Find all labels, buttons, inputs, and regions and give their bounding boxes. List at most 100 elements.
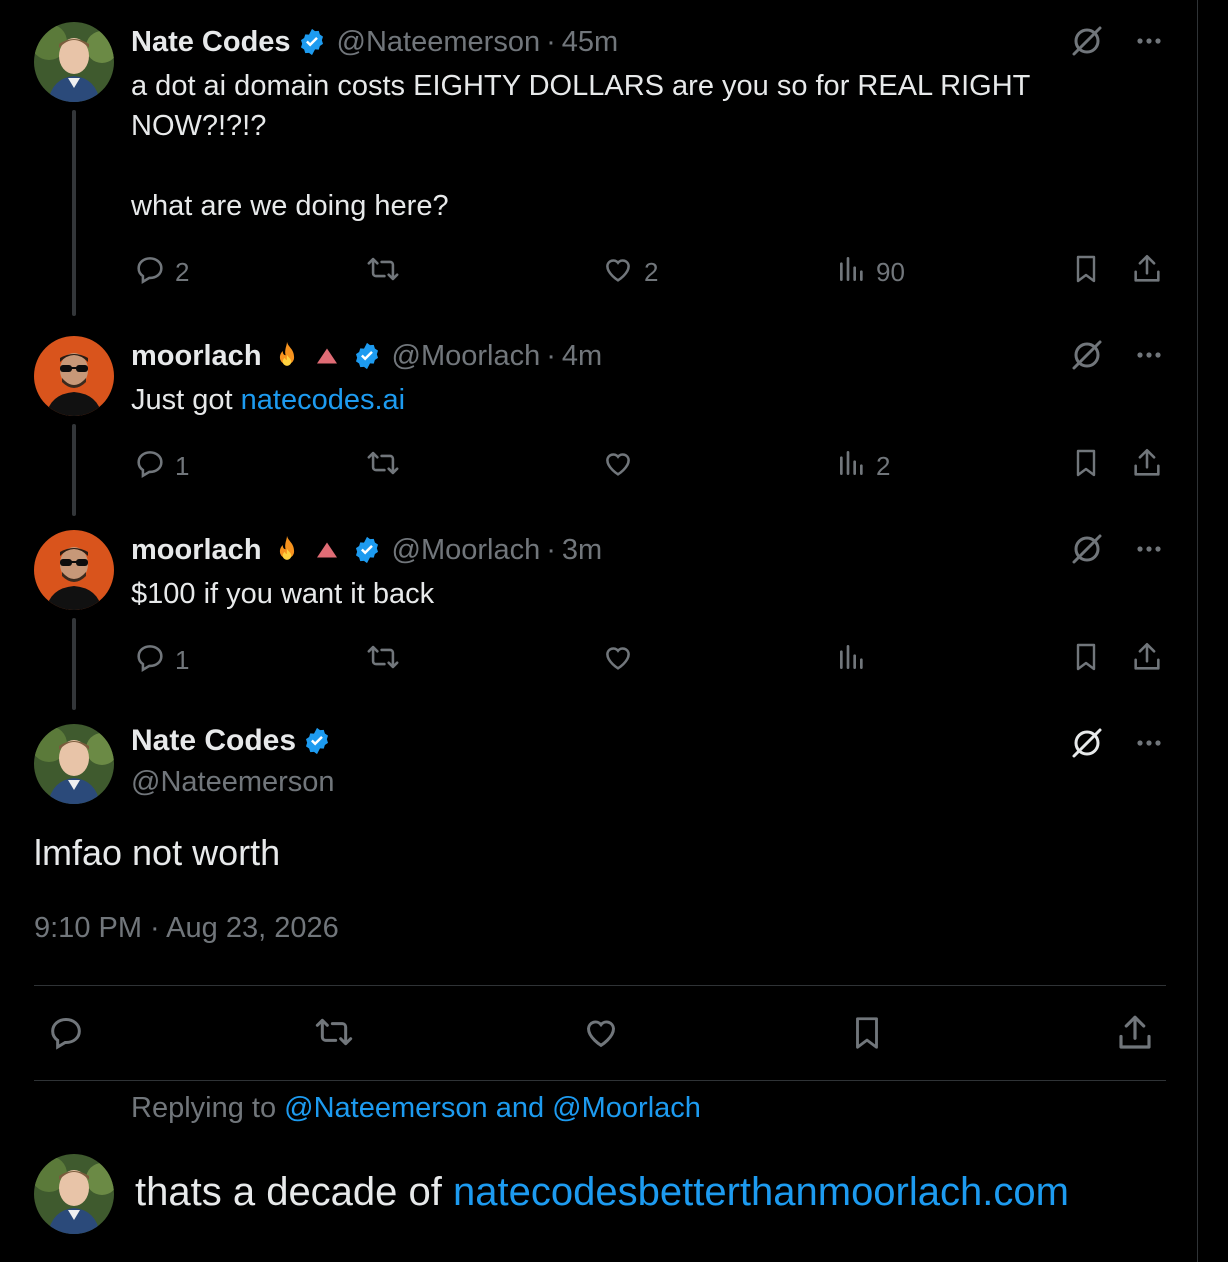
repost-icon xyxy=(365,446,401,487)
bookmark-icon xyxy=(1070,640,1102,681)
share-icon xyxy=(1114,1015,1156,1058)
thread-line xyxy=(72,110,76,316)
fire-emoji xyxy=(270,533,304,567)
reply-icon xyxy=(133,446,167,487)
thread-line xyxy=(72,424,76,516)
like-icon xyxy=(600,446,636,487)
views-icon xyxy=(836,252,868,293)
tweet-time[interactable]: 4m xyxy=(562,340,602,373)
tweet-top-actions xyxy=(1070,338,1164,377)
author-name[interactable]: Nate Codes xyxy=(131,26,291,59)
bookmark-icon xyxy=(1070,252,1102,293)
separator-dot: · xyxy=(546,339,556,372)
fire-emoji xyxy=(270,339,304,373)
like-button[interactable] xyxy=(600,640,636,681)
like-count: 2 xyxy=(644,257,659,287)
reply-count: 2 xyxy=(175,257,190,287)
tweet-link[interactable]: natecodes.ai xyxy=(241,384,405,416)
repost-button[interactable] xyxy=(365,446,401,487)
verified-badge-icon xyxy=(297,27,327,57)
reply-button[interactable] xyxy=(46,1012,86,1057)
reply-button[interactable]: 1 xyxy=(133,446,189,487)
grok-icon[interactable] xyxy=(1070,338,1104,377)
thread-line xyxy=(72,618,76,710)
bookmark-button[interactable] xyxy=(1070,640,1102,681)
repost-icon xyxy=(365,252,401,293)
share-icon xyxy=(1130,252,1164,293)
tweet-text: $100 if you want it back xyxy=(131,578,435,610)
like-icon xyxy=(600,252,636,293)
reply-input[interactable]: thats a decade of natecodesbetterthanmoo… xyxy=(135,1170,1069,1215)
views-button[interactable]: 2 xyxy=(836,446,890,487)
avatar-moorlach[interactable] xyxy=(34,336,114,416)
reply-icon xyxy=(133,640,167,681)
more-icon[interactable] xyxy=(1134,728,1164,763)
tweet-time[interactable]: 45m xyxy=(562,26,618,59)
avatar-nate[interactable] xyxy=(34,724,114,804)
author-name[interactable]: Nate Codes xyxy=(131,724,296,758)
repost-icon xyxy=(312,1018,356,1056)
tweet-text: a dot ai domain costs EIGHTY DOLLARS are… xyxy=(131,70,1031,222)
author-handle[interactable]: @Nateemerson xyxy=(131,766,335,799)
like-icon xyxy=(580,1020,622,1056)
share-button[interactable] xyxy=(1114,1012,1156,1059)
views-count: 90 xyxy=(876,257,905,287)
bookmark-button[interactable] xyxy=(848,1012,886,1059)
share-button[interactable] xyxy=(1130,640,1164,681)
share-icon xyxy=(1130,446,1164,487)
like-icon xyxy=(600,640,636,681)
author-name[interactable]: moorlach xyxy=(131,534,262,567)
share-button[interactable] xyxy=(1130,252,1164,293)
verified-badge-icon xyxy=(352,535,382,565)
reply-count: 1 xyxy=(175,451,190,481)
divider xyxy=(34,985,1166,986)
like-button[interactable] xyxy=(580,1012,622,1057)
bookmark-button[interactable] xyxy=(1070,252,1102,293)
bookmark-button[interactable] xyxy=(1070,446,1102,487)
main-tweet-text: lmfao not worth xyxy=(34,832,281,873)
red-triangle-emoji xyxy=(312,341,342,371)
bookmark-icon xyxy=(1070,446,1102,487)
replying-to-users[interactable]: @Nateemerson and @Moorlach xyxy=(284,1092,701,1124)
views-icon xyxy=(836,446,868,487)
like-button[interactable]: 2 xyxy=(600,252,658,293)
repost-button[interactable] xyxy=(312,1012,356,1057)
divider xyxy=(34,1080,1166,1081)
grok-icon[interactable] xyxy=(1070,532,1104,571)
more-icon[interactable] xyxy=(1134,534,1164,569)
author-handle[interactable]: @Nateemerson xyxy=(337,26,541,59)
author-handle[interactable]: @Moorlach xyxy=(392,534,541,567)
tweet-header: moorlach @Moorlach · 4m xyxy=(131,336,602,376)
share-button[interactable] xyxy=(1130,446,1164,487)
views-icon xyxy=(836,640,868,681)
reply-icon xyxy=(46,1017,86,1056)
tweet-header: moorlach @Moorlach · 3m xyxy=(131,530,602,570)
tweet-time[interactable]: 3m xyxy=(562,534,602,567)
replying-prefix: Replying to xyxy=(131,1092,285,1124)
main-tweet-timestamp[interactable]: 9:10 PM · Aug 23, 2026 xyxy=(34,912,339,945)
reply-button[interactable]: 1 xyxy=(133,640,189,681)
repost-button[interactable] xyxy=(365,252,409,293)
more-icon[interactable] xyxy=(1134,340,1164,375)
reply-button[interactable]: 2 xyxy=(133,252,189,293)
avatar-nate[interactable] xyxy=(34,1154,114,1234)
more-icon[interactable] xyxy=(1134,26,1164,61)
tweet-text-prefix: Just got xyxy=(131,384,241,416)
avatar-moorlach[interactable] xyxy=(34,530,114,610)
avatar-nate[interactable] xyxy=(34,22,114,102)
main-author: Nate Codes xyxy=(131,724,332,758)
grok-icon[interactable] xyxy=(1070,24,1104,63)
reply-link[interactable]: natecodesbetterthanmoorlach.com xyxy=(453,1170,1069,1214)
views-button[interactable]: 90 xyxy=(836,252,905,293)
author-name[interactable]: moorlach xyxy=(131,340,262,373)
reply-icon xyxy=(133,252,167,293)
views-button[interactable] xyxy=(836,640,868,681)
bookmark-icon xyxy=(848,1017,886,1058)
author-handle[interactable]: @Moorlach xyxy=(392,340,541,373)
grok-icon[interactable] xyxy=(1070,726,1104,765)
verified-badge-icon xyxy=(352,341,382,371)
tweet-header: Nate Codes @Nateemerson · 45m xyxy=(131,22,618,62)
repost-button[interactable] xyxy=(365,640,401,681)
like-button[interactable] xyxy=(600,446,636,487)
tweet-text: Just got natecodes.ai xyxy=(131,380,405,420)
